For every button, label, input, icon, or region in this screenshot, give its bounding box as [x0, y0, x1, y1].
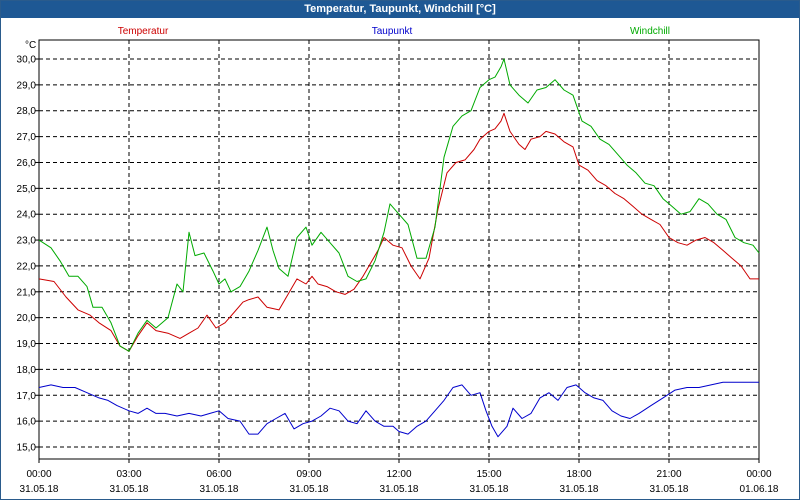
x-tick-date-label: 31.05.18 — [560, 484, 599, 495]
x-tick-time-label: 15:00 — [476, 469, 501, 480]
x-tick-time-label: 12:00 — [386, 469, 411, 480]
legend-item-temperatur: Temperatur — [118, 26, 169, 37]
x-tick-time-label: 00:00 — [26, 469, 51, 480]
y-tick-label: 28,0 — [17, 106, 37, 117]
x-tick-date-label: 31.05.18 — [290, 484, 329, 495]
y-tick-label: 29,0 — [17, 80, 37, 91]
y-tick-label: 21,0 — [17, 287, 37, 298]
x-tick-date-label: 31.05.18 — [470, 484, 509, 495]
y-tick-label: 26,0 — [17, 158, 37, 169]
plot-area-border — [38, 39, 760, 460]
chart-series — [38, 58, 760, 438]
y-tick-label: 18,0 — [17, 365, 37, 376]
y-tick-label: 17,0 — [17, 391, 37, 402]
legend-item-taupunkt: Taupunkt — [372, 26, 413, 37]
y-tick-label: 27,0 — [17, 132, 37, 143]
y-tick-label: 19,0 — [17, 339, 37, 350]
chart-grid — [39, 40, 759, 459]
y-tick-label: 23,0 — [17, 236, 37, 247]
x-tick-time-label: 09:00 — [296, 469, 321, 480]
x-tick-time-label: 00:00 — [746, 469, 771, 480]
x-tick-date-label: 31.05.18 — [200, 484, 239, 495]
y-tick-label: 30,0 — [17, 55, 37, 66]
x-tick-time-label: 18:00 — [566, 469, 591, 480]
x-axis-ticks: 00:00 31.05.18 03:00 31.05.18 06:00 31.05.18 0… — [20, 459, 779, 495]
y-tick-label: 16,0 — [17, 417, 37, 428]
legend-item-windchill: Windchill — [630, 26, 670, 37]
line-chart: °C 15,0 16,0 17,0 18,0 19,0 20,0 21,0 22,0 23,0 2… — [17, 26, 779, 495]
x-tick-time-label: 21:00 — [656, 469, 681, 480]
x-tick-time-label: 03:00 — [116, 469, 141, 480]
x-tick-time-label: 06:00 — [206, 469, 231, 480]
y-axis-ticks: 15,0 16,0 17,0 18,0 19,0 20,0 21,0 22,0 23,0 24,0… — [17, 55, 39, 454]
x-tick-date-label: 31.05.18 — [650, 484, 689, 495]
y-axis-unit-label: °C — [25, 40, 36, 51]
x-tick-date-label: 31.05.18 — [110, 484, 149, 495]
y-tick-label: 15,0 — [17, 443, 37, 454]
chart-legend: Temperatur Taupunkt Windchill — [118, 26, 670, 37]
x-tick-date-label: 31.05.18 — [20, 484, 59, 495]
y-tick-label: 20,0 — [17, 313, 37, 324]
y-tick-label: 25,0 — [17, 184, 37, 195]
x-tick-date-label: 31.05.18 — [380, 484, 419, 495]
y-tick-label: 22,0 — [17, 261, 37, 272]
x-tick-date-label: 01.06.18 — [740, 484, 779, 495]
y-tick-label: 24,0 — [17, 210, 37, 221]
